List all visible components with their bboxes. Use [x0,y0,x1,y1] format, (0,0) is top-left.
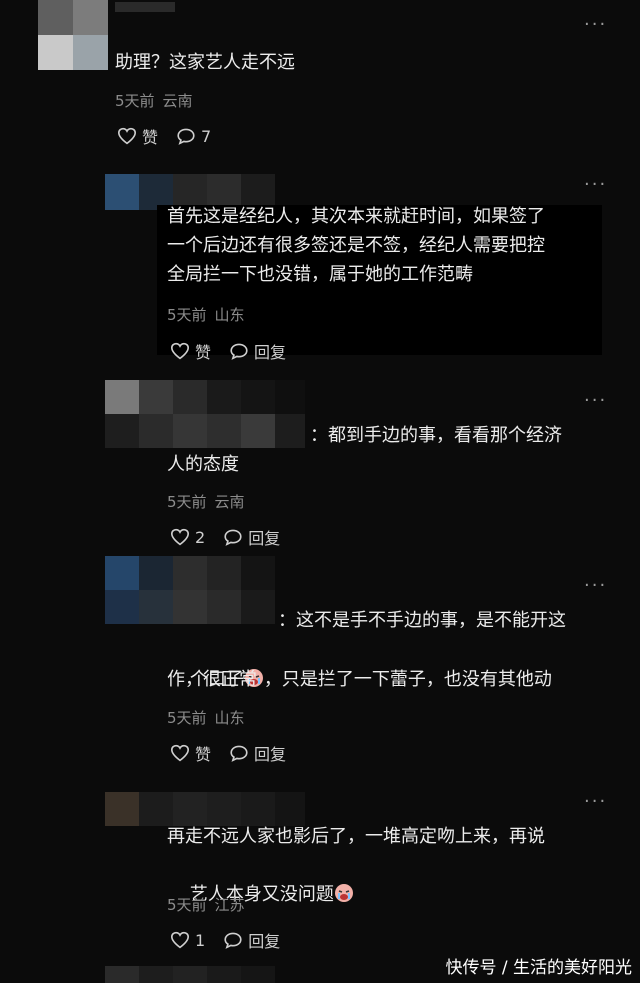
comment-text-line-3: 作，很正常 [167,669,257,690]
comment-time: 5天前 [167,709,207,727]
like-label: 赞 [195,745,212,764]
like-button[interactable]: 1 [170,931,205,950]
comment-location: 山东 [214,709,245,727]
speech-bubble-icon [224,932,242,949]
comment-time: 5天前 [167,306,207,324]
comment-location: 云南 [214,493,245,511]
comment-actions: 赞 回复 [170,339,286,363]
comment-time: 5天前 [167,493,207,511]
crying-face-icon [334,884,353,902]
reply-button[interactable]: 回复 [223,525,280,549]
reply-label: 回复 [248,932,281,951]
more-options-button[interactable]: ··· [584,174,607,195]
like-button[interactable]: 赞 [170,339,211,363]
comment-text: 助理？这家艺人走不远 [115,52,295,73]
more-options-button[interactable]: ··· [584,575,607,596]
heart-outline-icon [170,528,190,546]
like-label: 赞 [142,128,159,147]
reply-button[interactable]: 回复 [223,928,280,952]
like-count: 1 [195,930,206,950]
speech-bubble-icon [230,745,248,762]
like-count: 2 [195,527,206,547]
avatar[interactable] [38,0,108,70]
reply-label: 回复 [254,745,287,764]
heart-outline-icon [117,127,137,145]
comment-meta: 5天前 云南 [167,491,253,512]
reply-label: 回复 [254,343,287,362]
comment-meta: 5天前 云南 [115,90,201,111]
comment-meta: 5天前 山东 [167,304,253,325]
watermark: 快传号 / 生活的美好阳光 [445,958,632,978]
comment-actions: 赞 7 [117,124,211,148]
comment-meta: 5天前 山东 [167,707,253,728]
avatar[interactable] [105,556,275,624]
reply-button[interactable]: 回复 [229,741,286,765]
comment-text: 再走不远人家也影后了，一堆高定吻上来，再说 [167,826,545,847]
reply-button[interactable]: 回复 [229,339,286,363]
comment-meta: 5天前 江苏 [167,894,253,915]
comment-text: 首先这是经纪人，其次本来就赶时间，如果签了 一个后边还有很多签还是不签，经纪人需… [167,206,545,285]
speech-bubble-icon [224,529,242,546]
comment-text-line-2: 人的态度 [167,454,239,475]
like-button[interactable]: 赞 [117,124,158,148]
comment-location: 山东 [214,306,245,324]
avatar[interactable] [105,380,305,448]
like-button[interactable]: 2 [170,528,205,547]
more-options-button[interactable]: ··· [584,791,607,812]
avatar[interactable] [105,966,275,983]
avatar[interactable] [105,792,305,826]
reply-label: 回复 [248,529,281,548]
reply-button[interactable]: 7 [176,127,211,146]
heart-outline-icon [170,342,190,360]
like-button[interactable]: 赞 [170,741,211,765]
heart-outline-icon [170,931,190,949]
comment-time: 5天前 [115,92,155,110]
comment-actions: 1 回复 [170,928,280,952]
reply-count: 7 [201,126,212,146]
comment-time: 5天前 [167,896,207,914]
speech-bubble-icon [230,343,248,360]
comment-actions: 2 回复 [170,525,280,549]
more-options-button[interactable]: ··· [584,14,607,35]
like-label: 赞 [195,343,212,362]
comment-text: ：这不是手不手边的事，是不能开这 [278,610,566,631]
comment-location: 江苏 [214,896,245,914]
more-options-button[interactable]: ··· [584,390,607,411]
comment-location: 云南 [162,92,193,110]
comment-text-2b: ，只是拦了一下蕾子，也没有其他动 [263,669,552,690]
heart-outline-icon [170,744,190,762]
speech-bubble-icon [177,128,195,145]
comment-actions: 赞 回复 [170,741,286,765]
username-blurred[interactable] [115,2,175,12]
comment-text: ：都到手边的事，看看那个经济 [310,425,562,446]
